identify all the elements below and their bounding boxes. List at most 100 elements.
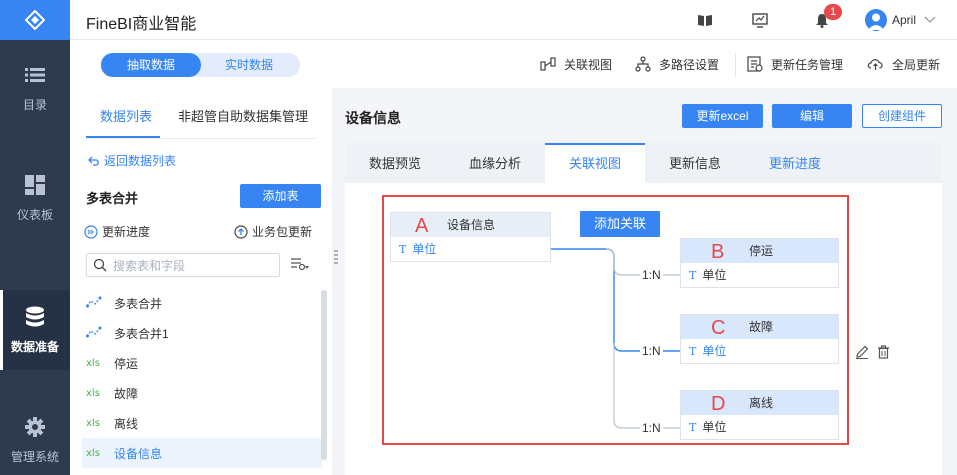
chevron-down-icon[interactable] xyxy=(924,13,936,28)
svg-text:xls: xls xyxy=(86,358,100,367)
search-placeholder: 搜索表和字段 xyxy=(113,258,186,273)
app-title: FineBI商业智能 xyxy=(86,16,197,33)
svg-text:xls: xls xyxy=(86,418,100,427)
add-table-button[interactable]: 添加表 xyxy=(240,184,321,208)
node-field: 单位 xyxy=(702,344,727,358)
avatar[interactable] xyxy=(865,9,887,31)
svg-text:xls: xls xyxy=(86,388,100,397)
left-nav: 目录 仪表板 数据准备 管理系统 xyxy=(0,0,70,475)
nav-item-dashboard[interactable]: 仪表板 xyxy=(0,158,70,238)
book-icon[interactable] xyxy=(697,12,713,28)
extract-data-toggle[interactable]: 抽取数据 xyxy=(101,53,201,77)
tab-lineage-analysis[interactable]: 血缘分析 xyxy=(445,143,545,183)
node-title: 停运 xyxy=(749,244,774,258)
self-dataset-icon xyxy=(86,296,108,311)
list-icon xyxy=(24,64,46,86)
update-excel-button[interactable]: 更新excel xyxy=(682,104,763,128)
search-input[interactable]: 搜索表和字段 xyxy=(86,253,280,277)
list-scrollbar[interactable] xyxy=(321,290,327,460)
list-item[interactable]: xls 停运 xyxy=(82,348,322,378)
top-header: FineBI商业智能 1 April xyxy=(70,0,957,40)
text-field-icon: T xyxy=(689,421,697,434)
edit-button[interactable]: 编辑 xyxy=(772,104,852,128)
multi-path-icon xyxy=(635,56,651,72)
sub-toolbar: 抽取数据 实时数据 关联视图 多路径设置 更新任务管理 全局更新 xyxy=(70,40,957,88)
tab-data-list[interactable]: 数据列表 xyxy=(100,106,152,125)
update-task-management-button[interactable]: 更新任务管理 xyxy=(747,56,843,72)
progress-icon xyxy=(84,224,98,239)
tab-update-progress[interactable]: 更新进度 xyxy=(745,143,845,183)
node-marker: B xyxy=(711,241,725,263)
update-progress-button[interactable]: 更新进度 xyxy=(84,223,150,240)
delete-trash-icon[interactable] xyxy=(877,345,890,362)
table-node-fault[interactable]: C 故障 T 单位 xyxy=(680,314,839,364)
list-item[interactable]: 多表合并1 xyxy=(82,318,322,348)
excel-file-icon: xls xyxy=(86,357,108,370)
create-component-button[interactable]: 创建组件 xyxy=(862,104,942,128)
nav-item-data-prep[interactable]: 数据准备 xyxy=(0,290,70,370)
relation-cardinality: 1:N xyxy=(640,421,663,435)
nav-label: 管理系统 xyxy=(10,449,59,464)
package-update-button[interactable]: 业务包更新 xyxy=(234,223,312,240)
multi-path-settings-button[interactable]: 多路径设置 xyxy=(635,56,719,72)
gear-icon xyxy=(24,416,46,438)
search-icon xyxy=(93,258,107,272)
divider xyxy=(86,138,316,139)
user-name[interactable]: April xyxy=(892,13,916,27)
node-title: 故障 xyxy=(749,320,774,334)
node-field: 单位 xyxy=(702,268,727,282)
add-relation-button[interactable]: 添加关联 xyxy=(580,211,660,237)
dataset-panel: 数据列表 非超管自助数据集管理 返回数据列表 多表合并 添加表 更新进度 业务包… xyxy=(70,88,332,475)
list-item-label: 离线 xyxy=(114,416,139,431)
tool-label: 关联视图 xyxy=(564,57,613,72)
node-marker: A xyxy=(415,215,429,237)
toolbar-divider xyxy=(735,53,736,77)
tool-label: 多路径设置 xyxy=(659,57,720,72)
app-logo[interactable] xyxy=(0,0,70,40)
logo-icon xyxy=(25,10,45,30)
package-update-label: 业务包更新 xyxy=(252,225,313,239)
relation-cardinality: 1:N xyxy=(640,268,663,282)
nav-item-admin[interactable]: 管理系统 xyxy=(0,400,70,475)
table-node-outage[interactable]: B 停运 T 单位 xyxy=(680,238,839,288)
tab-data-preview[interactable]: 数据预览 xyxy=(345,143,445,183)
dashboard-icon xyxy=(24,174,46,196)
group-title: 多表合并 xyxy=(86,191,139,206)
text-field-icon: T xyxy=(399,243,407,256)
excel-file-icon: xls xyxy=(86,387,108,400)
edit-pencil-icon[interactable] xyxy=(855,345,869,362)
table-node-device-info[interactable]: A 设备信息 T 单位 xyxy=(390,212,551,262)
list-item[interactable]: xls 离线 xyxy=(82,408,322,438)
node-title: 设备信息 xyxy=(447,218,496,232)
tab-self-service-dataset-management[interactable]: 非超管自助数据集管理 xyxy=(178,106,308,125)
text-field-icon: T xyxy=(689,345,697,358)
nav-item-catalog[interactable]: 目录 xyxy=(0,48,70,128)
text-field-icon: T xyxy=(689,269,697,282)
tab-relation-view[interactable]: 关联视图 xyxy=(545,143,645,183)
relation-cardinality: 1:N xyxy=(640,344,663,358)
list-item-label: 故障 xyxy=(114,386,139,401)
global-update-button[interactable]: 全局更新 xyxy=(867,56,940,72)
svg-text:xls: xls xyxy=(86,448,100,457)
node-field: 单位 xyxy=(702,420,727,434)
page-title: 设备信息 xyxy=(345,110,401,126)
list-item[interactable]: 多表合并 xyxy=(82,288,322,318)
notification-badge: 1 xyxy=(824,4,842,20)
self-dataset-icon xyxy=(86,326,108,341)
filter-icon[interactable] xyxy=(290,257,310,274)
list-item-label: 停运 xyxy=(114,356,139,371)
tab-update-info[interactable]: 更新信息 xyxy=(645,143,745,183)
relation-view-button[interactable]: 关联视图 xyxy=(540,56,612,72)
monitor-icon[interactable] xyxy=(752,12,768,28)
list-item[interactable]: xls 设备信息 xyxy=(82,438,322,468)
excel-file-icon: xls xyxy=(86,447,108,460)
list-item[interactable]: xls 故障 xyxy=(82,378,322,408)
back-to-data-list-link[interactable]: 返回数据列表 xyxy=(88,152,176,169)
list-item-label: 多表合并1 xyxy=(114,326,169,341)
back-arrow-icon xyxy=(88,156,99,166)
update-progress-label: 更新进度 xyxy=(102,225,151,239)
table-node-offline[interactable]: D 离线 T 单位 xyxy=(680,390,839,440)
dataset-tabs: 数据预览 血缘分析 关联视图 更新信息 更新进度 xyxy=(345,143,942,183)
excel-file-icon: xls xyxy=(86,417,108,430)
realtime-data-toggle[interactable]: 实时数据 xyxy=(200,53,298,77)
